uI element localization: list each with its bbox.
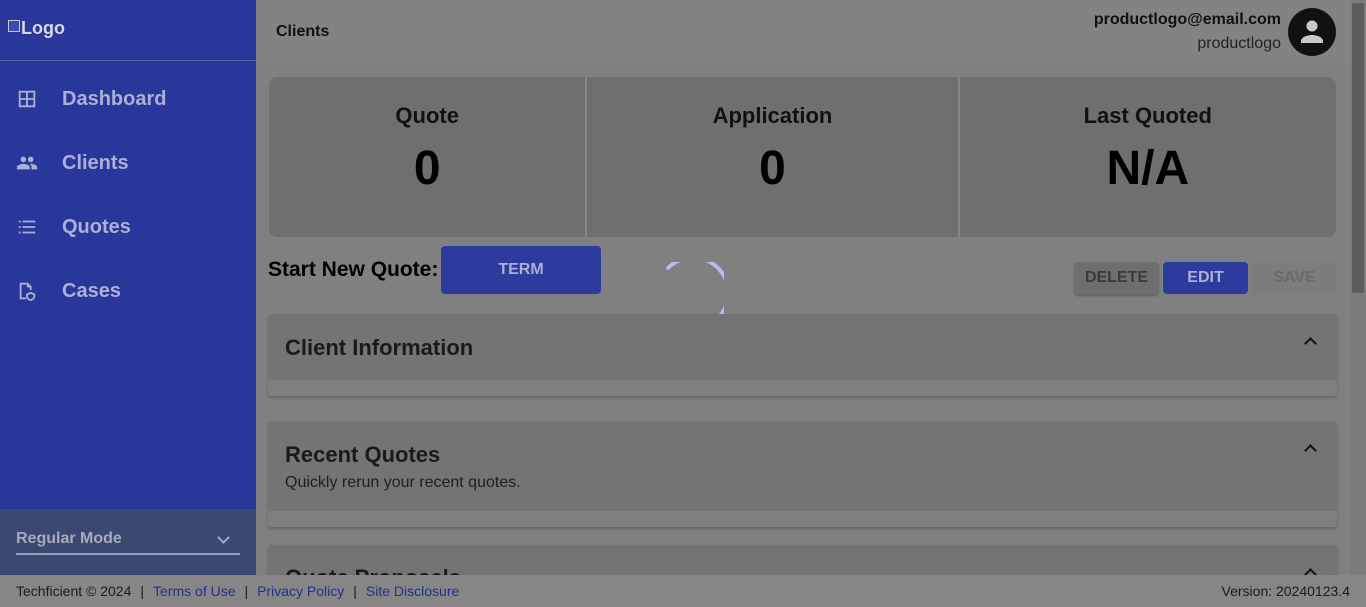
scrollbar[interactable]	[1350, 0, 1366, 575]
stat-application: Application 0	[587, 77, 960, 237]
stats-card: Quote 0 Application 0 Last Quoted N/A	[269, 77, 1336, 237]
disclosure-link[interactable]: Site Disclosure	[366, 583, 459, 599]
stat-title: Quote	[395, 103, 459, 128]
sidebar-item-cases[interactable]: Cases	[0, 265, 256, 317]
client-information-panel: Client Information	[268, 314, 1337, 396]
footer-separator: |	[353, 583, 357, 599]
user-name: productlogo	[1197, 35, 1281, 52]
user-icon	[1301, 20, 1323, 43]
scrollbar-thumb[interactable]	[1352, 3, 1364, 293]
sidebar: Logo Dashboard Clients Quotes Cases Regu…	[0, 0, 256, 575]
stat-last-quoted: Last Quoted N/A	[960, 77, 1336, 237]
panel-title: Client Information	[285, 335, 474, 360]
panel-title: Recent Quotes	[285, 442, 441, 467]
panel-title: Quote Proposals	[285, 565, 461, 575]
mode-select[interactable]: Regular Mode	[16, 521, 240, 555]
start-new-quote-label: Start New Quote:	[268, 258, 439, 281]
sidebar-item-clients[interactable]: Clients	[0, 137, 256, 189]
sidebar-item-quotes[interactable]: Quotes	[0, 201, 256, 253]
stat-title: Application	[712, 103, 833, 128]
cases-icon	[19, 282, 36, 302]
stat-quote: Quote 0	[269, 77, 588, 237]
panel-body	[268, 380, 1337, 396]
panel-subtitle: Quickly rerun your recent quotes.	[285, 474, 521, 491]
footer: Techficient © 2024 | Terms of Use | Priv…	[0, 575, 1366, 607]
stat-value: 0	[413, 142, 441, 195]
chevron-down-icon	[217, 531, 230, 544]
sidebar-item-label: Dashboard	[62, 87, 167, 110]
sidebar-divider	[0, 60, 256, 61]
clients-icon	[16, 156, 38, 170]
user-email: productlogo@email.com	[1093, 11, 1281, 28]
logo[interactable]: Logo	[8, 18, 65, 39]
broken-image-icon	[8, 19, 20, 32]
term-quote-button[interactable]: TERM	[441, 246, 601, 294]
edit-button[interactable]: EDIT	[1163, 262, 1248, 294]
logo-alt-text: Logo	[21, 18, 65, 38]
sidebar-item-dashboard[interactable]: Dashboard	[0, 73, 256, 125]
stat-title: Last Quoted	[1083, 103, 1212, 128]
page-title: Clients	[276, 23, 330, 40]
sidebar-item-label: Clients	[62, 151, 129, 174]
stat-value: 0	[759, 142, 786, 195]
footer-separator: |	[140, 583, 145, 599]
mode-select-value: Regular Mode	[16, 530, 122, 547]
version-text: Version: 20240123.4	[1221, 583, 1350, 599]
terms-link[interactable]: Terms of Use	[153, 583, 235, 599]
privacy-link[interactable]: Privacy Policy	[257, 583, 344, 599]
header: Clients productlogo@email.com productlog…	[256, 0, 1350, 64]
copyright: Techficient © 2024	[16, 583, 132, 599]
footer-separator: |	[244, 583, 249, 599]
avatar[interactable]	[1288, 8, 1336, 56]
stat-value: N/A	[1106, 142, 1190, 195]
panel-body	[268, 511, 1337, 527]
sidebar-item-label: Quotes	[62, 215, 131, 238]
sidebar-item-label: Cases	[62, 279, 121, 302]
quote-proposals-panel: Quote Proposals	[268, 545, 1337, 575]
list-icon	[18, 220, 36, 234]
dashboard-icon	[18, 90, 36, 108]
recent-quotes-panel: Recent Quotes Quickly rerun your recent …	[268, 421, 1337, 527]
delete-button[interactable]: DELETE	[1074, 262, 1159, 294]
save-button[interactable]: SAVE	[1252, 262, 1337, 294]
